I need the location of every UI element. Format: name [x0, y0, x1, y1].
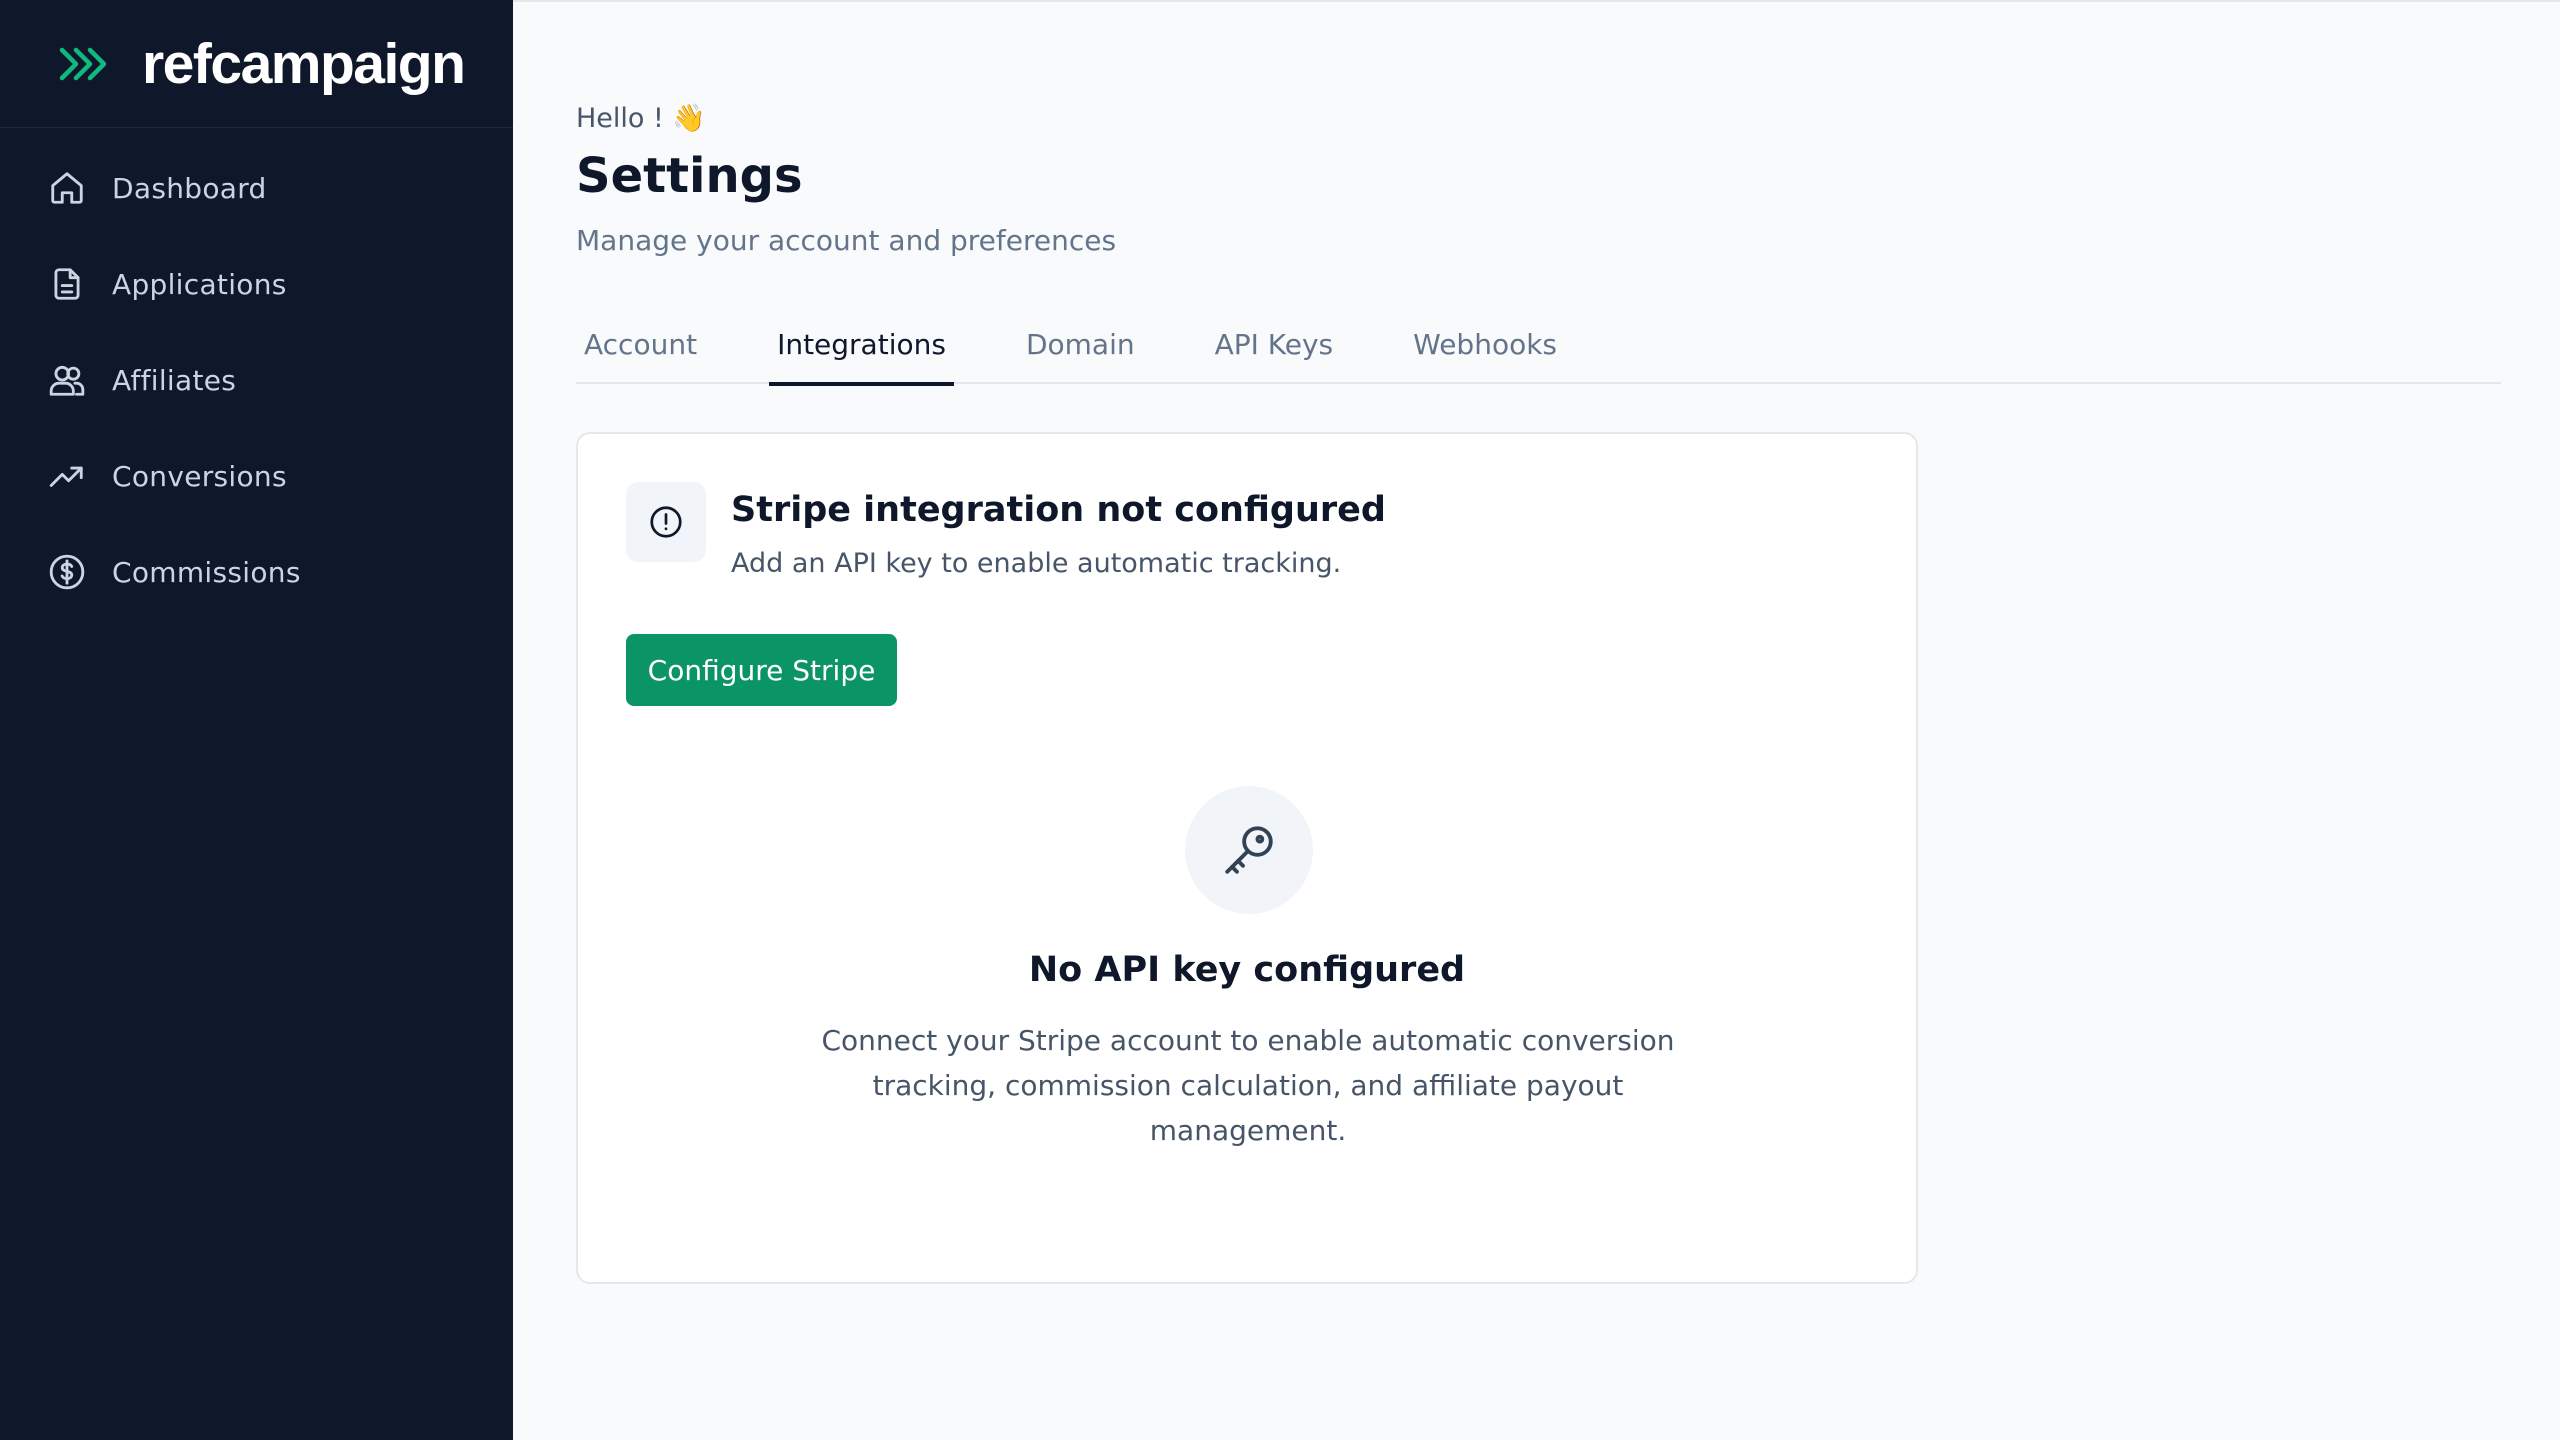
- page-title: Settings: [576, 148, 803, 204]
- trending-up-icon: [48, 457, 86, 495]
- sidebar-item-label: Commissions: [112, 555, 301, 589]
- sidebar: refcampaign Dashboard Applications Affil…: [0, 0, 513, 1440]
- tab-api-keys[interactable]: API Keys: [1207, 314, 1342, 384]
- users-icon: [48, 361, 86, 399]
- tab-webhooks[interactable]: Webhooks: [1405, 314, 1565, 384]
- sidebar-nav: Dashboard Applications Affiliates Conver…: [0, 128, 513, 620]
- alert-description: Add an API key to enable automatic track…: [731, 548, 1342, 579]
- empty-state-description: Connect your Stripe account to enable au…: [821, 1024, 1675, 1147]
- empty-state-title: No API key configured: [1028, 950, 1466, 990]
- configure-stripe-button[interactable]: Configure Stripe: [626, 634, 897, 706]
- key-icon-circle: [1185, 786, 1313, 914]
- sidebar-item-label: Affiliates: [112, 363, 237, 397]
- integration-card: Stripe integration not configured Add an…: [576, 432, 1918, 1284]
- brand[interactable]: refcampaign: [0, 0, 513, 128]
- app-root: refcampaign Dashboard Applications Affil…: [0, 0, 2560, 1440]
- sidebar-item-applications[interactable]: Applications: [0, 236, 513, 332]
- tab-account[interactable]: Account: [576, 314, 705, 384]
- brand-name: refcampaign: [142, 31, 466, 96]
- tab-integrations[interactable]: Integrations: [769, 314, 954, 386]
- file-icon: [48, 265, 86, 303]
- home-icon: [48, 169, 86, 207]
- alert-title: Stripe integration not configured: [731, 490, 1386, 530]
- tab-domain[interactable]: Domain: [1018, 314, 1143, 384]
- sidebar-item-label: Applications: [112, 267, 287, 301]
- main-content: Hello ! 👋 Settings Manage your account a…: [513, 0, 2560, 1440]
- dollar-circle-icon: [48, 553, 86, 591]
- sidebar-item-affiliates[interactable]: Affiliates: [0, 332, 513, 428]
- page-subtitle: Manage your account and preferences: [576, 224, 1117, 257]
- sidebar-item-commissions[interactable]: Commissions: [0, 524, 513, 620]
- chevrons-logo-icon: [59, 47, 107, 80]
- greeting: Hello ! 👋: [576, 103, 707, 134]
- sidebar-item-label: Conversions: [112, 459, 287, 493]
- sidebar-item-label: Dashboard: [112, 171, 267, 205]
- sidebar-item-conversions[interactable]: Conversions: [0, 428, 513, 524]
- alert-icon-box: [626, 482, 706, 562]
- key-icon: [1225, 826, 1273, 874]
- alert-circle-icon: [650, 506, 682, 538]
- settings-tabs: Account Integrations Domain API Keys Web…: [576, 314, 2501, 386]
- sidebar-item-dashboard[interactable]: Dashboard: [0, 140, 513, 236]
